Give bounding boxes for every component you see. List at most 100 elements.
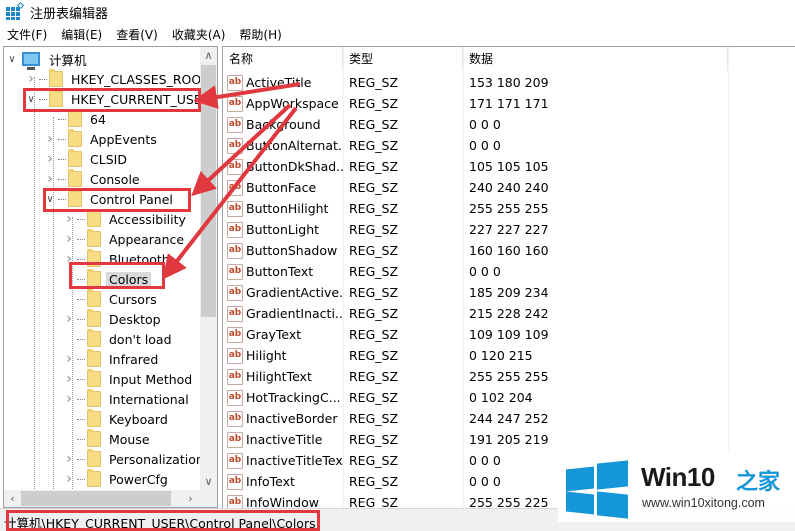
scroll-down-icon[interactable]: ∨	[200, 473, 217, 490]
tree-item-label: Input Method	[109, 371, 193, 387]
value-name-cell: ab InactiveTitleText	[223, 450, 343, 471]
string-value-icon: ab	[227, 368, 243, 385]
list-row[interactable]: ab Hilight REG_SZ 0 120 215	[223, 345, 728, 366]
tree-item[interactable]: 64	[44, 109, 109, 129]
column-header-type[interactable]: 类型	[343, 47, 463, 71]
list-row[interactable]: ab GradientInacti... REG_SZ 215 228 242	[223, 303, 728, 324]
list-row[interactable]: ab Background REG_SZ 0 0 0	[223, 114, 728, 135]
list-row[interactable]: ab ButtonDkShad... REG_SZ 105 105 105	[223, 156, 728, 177]
value-name: GradientActive...	[246, 285, 343, 300]
menu-view[interactable]: 查看(V)	[109, 24, 165, 46]
tree-item[interactable]: ∨ HKEY_CURRENT_USER	[25, 89, 213, 109]
tree-item[interactable]: Colors	[63, 269, 152, 289]
value-data: 255 255 255	[469, 201, 549, 216]
tree-connector	[58, 158, 66, 160]
list-row[interactable]: ab ButtonHilight REG_SZ 255 255 255	[223, 198, 728, 219]
chevron-right-icon[interactable]: ›	[63, 309, 75, 329]
tree-item[interactable]: › Infrared	[63, 349, 161, 369]
tree-item[interactable]: › PowerCfg	[63, 469, 171, 489]
column-header-name[interactable]: 名称	[223, 47, 343, 71]
chevron-right-icon[interactable]: ›	[63, 249, 75, 269]
chevron-right-icon[interactable]: ›	[44, 129, 56, 149]
tree-item[interactable]: › Input Method	[63, 369, 195, 389]
tree-item[interactable]: › International	[63, 389, 192, 409]
scroll-left-icon[interactable]: ‹	[4, 490, 21, 507]
tree-item-label: Appearance	[109, 231, 185, 247]
value-name-cell: ab Background	[223, 114, 343, 135]
tree-item[interactable]: Cursors	[63, 289, 160, 309]
chevron-right-icon[interactable]: ›	[63, 369, 75, 389]
menu-edit[interactable]: 编辑(E)	[54, 24, 109, 46]
tree-item[interactable]: › Console	[44, 169, 143, 189]
tree-item[interactable]: Mouse	[63, 429, 153, 449]
registry-tree[interactable]: ∨ 计算机 › HKEY_CLASSES_ROOT ∨ HKEY_CURRENT_US…	[3, 46, 218, 508]
list-row[interactable]: ab ButtonText REG_SZ 0 0 0	[223, 261, 728, 282]
tree-item[interactable]: don't load	[63, 329, 175, 349]
value-type: REG_SZ	[349, 201, 399, 216]
tree-hscroll-thumb[interactable]	[21, 491, 171, 506]
tree-item[interactable]: › Personalization	[63, 449, 207, 469]
list-row[interactable]: ab GradientActive... REG_SZ 185 209 234	[223, 282, 728, 303]
list-row[interactable]: ab ButtonShadow REG_SZ 160 160 160	[223, 240, 728, 261]
tree-connector	[77, 238, 85, 240]
tree-item-label: 计算机	[49, 52, 87, 68]
chevron-down-icon[interactable]: ∨	[44, 189, 56, 209]
chevron-right-icon[interactable]: ›	[63, 449, 75, 469]
value-data: 0 120 215	[469, 348, 533, 363]
tree-horizontal-scrollbar[interactable]: ‹ ›	[4, 490, 217, 507]
tree-item[interactable]: ∨ Control Panel	[44, 189, 176, 209]
chevron-right-icon[interactable]: ›	[63, 229, 75, 249]
chevron-right-icon[interactable]: ›	[44, 169, 56, 189]
value-name-cell: ab InfoWindow	[223, 492, 343, 508]
values-list[interactable]: 名称 类型 数据 ab ActiveTitle REG_SZ 153 180 209 a…	[222, 46, 795, 508]
list-row[interactable]: ab ButtonLight REG_SZ 227 227 227	[223, 219, 728, 240]
scroll-up-icon[interactable]: ∧	[200, 47, 217, 64]
column-header-data[interactable]: 数据	[463, 47, 728, 71]
list-row[interactable]: ab HotTrackingC... REG_SZ 0 102 204	[223, 387, 728, 408]
chevron-down-icon[interactable]: ∨	[25, 89, 37, 109]
tree-item[interactable]: › Desktop	[63, 309, 164, 329]
tree-connector	[77, 278, 85, 280]
folder-icon	[87, 389, 101, 407]
list-row[interactable]: ab ButtonAlternat... REG_SZ 0 0 0	[223, 135, 728, 156]
tree-connector	[77, 418, 85, 420]
list-row[interactable]: ab ActiveTitle REG_SZ 153 180 209	[223, 72, 728, 93]
list-row[interactable]: ab GrayText REG_SZ 109 109 109	[223, 324, 728, 345]
tree-item[interactable]: › Bluetooth	[63, 249, 173, 269]
tree-item[interactable]: › Appearance	[63, 229, 187, 249]
list-row[interactable]: ab InactiveTitle REG_SZ 191 205 219	[223, 429, 728, 450]
list-row[interactable]: ab InactiveBorder REG_SZ 244 247 252	[223, 408, 728, 429]
list-row[interactable]: ab ButtonFace REG_SZ 240 240 240	[223, 177, 728, 198]
tree-item[interactable]: › Accessibility	[63, 209, 189, 229]
tree-item-label: Keyboard	[109, 411, 168, 427]
tree-connector	[77, 218, 85, 220]
tree-item[interactable]: Keyboard	[63, 409, 171, 429]
tree-item[interactable]: › AppEvents	[44, 129, 160, 149]
menu-file[interactable]: 文件(F)	[0, 24, 54, 46]
folder-icon	[68, 109, 82, 127]
tree-item[interactable]: › CLSID	[44, 149, 130, 169]
menu-favorites[interactable]: 收藏夹(A)	[165, 24, 233, 46]
value-data: 109 109 109	[469, 327, 549, 342]
chevron-right-icon[interactable]: ›	[63, 469, 75, 489]
tree-root-computer[interactable]: ∨ 计算机	[6, 49, 90, 70]
list-row[interactable]: ab HilightText REG_SZ 255 255 255	[223, 366, 728, 387]
chevron-right-icon[interactable]: ›	[25, 69, 37, 89]
list-row[interactable]: ab AppWorkspace REG_SZ 171 171 171	[223, 93, 728, 114]
chevron-right-icon[interactable]: ›	[44, 149, 56, 169]
value-name-cell: ab ButtonHilight	[223, 198, 343, 219]
watermark-brand-cn: 之家	[736, 470, 781, 495]
tree-item[interactable]: › HKEY_CLASSES_ROOT	[25, 69, 212, 89]
menu-help[interactable]: 帮助(H)	[232, 24, 288, 46]
string-value-icon: ab	[227, 389, 243, 406]
tree-vertical-scrollbar[interactable]: ∧ ∨	[200, 47, 217, 490]
chevron-right-icon[interactable]: ›	[63, 209, 75, 229]
value-data: 215 228 242	[469, 306, 549, 321]
chevron-right-icon[interactable]: ›	[63, 349, 75, 369]
chevron-down-icon[interactable]: ∨	[6, 49, 18, 69]
scroll-right-icon[interactable]: ›	[182, 490, 199, 507]
tree-connector	[77, 298, 85, 300]
chevron-right-icon[interactable]: ›	[63, 389, 75, 409]
tree-scroll-thumb[interactable]	[201, 65, 216, 317]
